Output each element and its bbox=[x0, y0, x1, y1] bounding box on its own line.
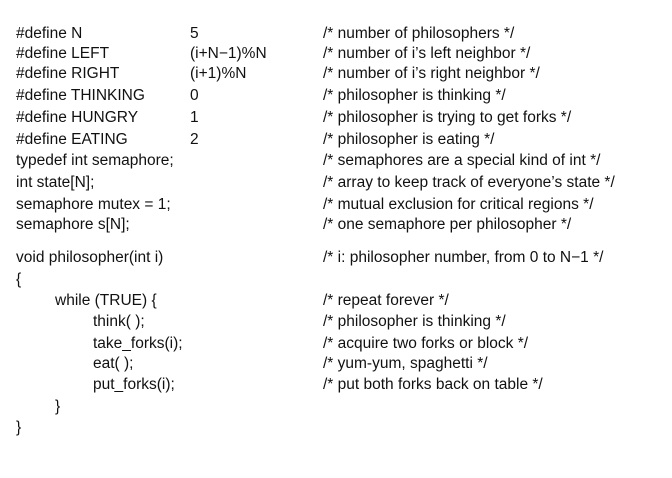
code-comment: /* philosopher is trying to get forks */ bbox=[323, 109, 572, 126]
code-comment: /* array to keep track of everyone’s sta… bbox=[323, 174, 615, 191]
code-statement: typedef int semaphore; bbox=[16, 152, 174, 169]
open-brace-line: { bbox=[0, 270, 672, 290]
code-statement: semaphore s[N]; bbox=[16, 216, 130, 233]
declaration-line: semaphore mutex = 1; /* mutual exclusion… bbox=[0, 195, 672, 215]
define-value: 0 bbox=[190, 87, 199, 104]
define-name: #define RIGHT bbox=[16, 65, 120, 82]
define-value: 2 bbox=[190, 131, 199, 148]
loop-body-line: think( ); /* philosopher is thinking */ bbox=[0, 312, 672, 332]
code-statement: semaphore mutex = 1; bbox=[16, 196, 171, 213]
code-comment: /* mutual exclusion for critical regions… bbox=[323, 196, 594, 213]
define-line-n: #define N 5 /* number of philosophers */ bbox=[0, 24, 672, 44]
loop-close-line: } bbox=[0, 397, 672, 417]
code-statement: eat( ); bbox=[93, 355, 134, 372]
define-line-left: #define LEFT (i+N−1)%N /* number of i’s … bbox=[0, 44, 672, 64]
define-value: 5 bbox=[190, 25, 199, 42]
define-name: #define HUNGRY bbox=[16, 109, 139, 126]
define-name: #define LEFT bbox=[16, 45, 110, 62]
function-signature: void philosopher(int i) bbox=[16, 249, 164, 266]
close-brace: } bbox=[16, 419, 22, 436]
close-brace-line: } bbox=[0, 418, 672, 438]
code-comment: /* number of i’s right neighbor */ bbox=[323, 65, 540, 82]
loop-body-line: put_forks(i); /* put both forks back on … bbox=[0, 375, 672, 395]
define-line-hungry: #define HUNGRY 1 /* philosopher is tryin… bbox=[0, 108, 672, 128]
code-comment: /* number of philosophers */ bbox=[323, 25, 515, 42]
loop-body-line: eat( ); /* yum-yum, spaghetti */ bbox=[0, 354, 672, 374]
code-comment: /* philosopher is thinking */ bbox=[323, 87, 506, 104]
loop-line: while (TRUE) { /* repeat forever */ bbox=[0, 291, 672, 311]
define-value: (i+N−1)%N bbox=[190, 45, 267, 62]
function-signature-line: void philosopher(int i) /* i: philosophe… bbox=[0, 248, 672, 268]
loop-body-line: take_forks(i); /* acquire two forks or b… bbox=[0, 334, 672, 354]
define-value: 1 bbox=[190, 109, 199, 126]
close-brace: } bbox=[55, 398, 61, 415]
code-comment: /* number of i’s left neighbor */ bbox=[323, 45, 531, 62]
code-comment: /* acquire two forks or block */ bbox=[323, 335, 529, 352]
code-comment: /* repeat forever */ bbox=[323, 292, 449, 309]
code-comment: /* i: philosopher number, from 0 to N−1 … bbox=[323, 249, 604, 266]
code-comment: /* put both forks back on table */ bbox=[323, 376, 543, 393]
define-name: #define EATING bbox=[16, 131, 128, 148]
code-statement: think( ); bbox=[93, 313, 145, 330]
define-line-thinking: #define THINKING 0 /* philosopher is thi… bbox=[0, 86, 672, 106]
code-comment: /* yum-yum, spaghetti */ bbox=[323, 355, 488, 372]
while-statement: while (TRUE) { bbox=[55, 292, 157, 309]
code-comment: /* semaphores are a special kind of int … bbox=[323, 152, 601, 169]
define-name: #define N bbox=[16, 25, 83, 42]
define-line-right: #define RIGHT (i+1)%N /* number of i’s r… bbox=[0, 64, 672, 84]
code-comment: /* philosopher is thinking */ bbox=[323, 313, 506, 330]
declaration-line: int state[N]; /* array to keep track of … bbox=[0, 173, 672, 193]
code-comment: /* one semaphore per philosopher */ bbox=[323, 216, 572, 233]
declaration-line: semaphore s[N]; /* one semaphore per phi… bbox=[0, 215, 672, 235]
define-value: (i+1)%N bbox=[190, 65, 247, 82]
code-statement: put_forks(i); bbox=[93, 376, 175, 393]
code-listing: #define N 5 /* number of philosophers */… bbox=[0, 0, 672, 444]
code-comment: /* philosopher is eating */ bbox=[323, 131, 495, 148]
open-brace: { bbox=[16, 271, 22, 288]
define-name: #define THINKING bbox=[16, 87, 145, 104]
define-line-eating: #define EATING 2 /* philosopher is eatin… bbox=[0, 130, 672, 150]
code-statement: take_forks(i); bbox=[93, 335, 183, 352]
code-statement: int state[N]; bbox=[16, 174, 95, 191]
declaration-line: typedef int semaphore; /* semaphores are… bbox=[0, 151, 672, 171]
